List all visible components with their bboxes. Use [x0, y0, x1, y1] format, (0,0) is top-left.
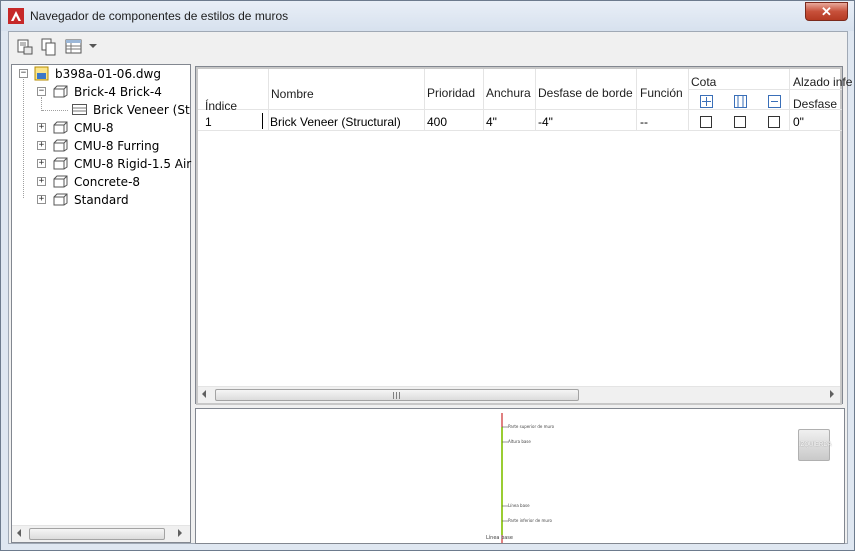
wall-style-icon: [53, 193, 68, 206]
tree-item-label: Standard: [74, 193, 129, 207]
tree-item-concrete-8[interactable]: + Concrete-8: [12, 173, 190, 191]
scroll-left-icon[interactable]: [17, 529, 21, 537]
toolbar: [9, 32, 847, 62]
preview-label-base-height: Altura base: [508, 439, 531, 444]
expand-toggle[interactable]: +: [37, 159, 46, 168]
header-divider: [688, 89, 842, 90]
preview-label-top: Parte superior de muro: [508, 424, 555, 429]
tree-item-label: CMU-8 Furring: [74, 139, 160, 153]
tree-item-cmu-8-rigid[interactable]: + CMU-8 Rigid-1.5 Air: [12, 155, 192, 173]
header-desfase[interactable]: Desfase: [793, 97, 837, 111]
expand-toggle[interactable]: +: [37, 177, 46, 186]
collapse-toggle[interactable]: −: [37, 87, 46, 96]
header-cota[interactable]: Cota: [691, 75, 716, 89]
close-button[interactable]: ✕: [805, 2, 848, 21]
cell-funcion[interactable]: --: [640, 115, 648, 129]
copy-component-icon[interactable]: [40, 38, 58, 56]
drawing-file-icon: [34, 66, 49, 81]
grid-horizontal-scrollbar[interactable]: [198, 386, 840, 403]
tree-root-label: b398a-01-06.dwg: [55, 67, 161, 81]
tree-item-standard[interactable]: + Standard: [12, 191, 190, 209]
tree-item-label: CMU-8: [74, 121, 114, 135]
tree-root[interactable]: − b398a-01-06.dwg: [12, 65, 190, 83]
tree-item-label: CMU-8 Rigid-1.5 Air: [74, 157, 192, 171]
autocad-logo-icon: [8, 8, 24, 24]
header-funcion[interactable]: Función: [640, 86, 683, 100]
preview-label-baseline: Línea base: [508, 503, 530, 508]
text-cursor: [262, 113, 263, 129]
wall-style-icon: [53, 139, 68, 152]
tree-item-label: Brick Veneer (Structural): [93, 103, 190, 117]
header-prioridad[interactable]: Prioridad: [427, 86, 475, 100]
header-nombre[interactable]: Nombre: [271, 87, 314, 101]
header-bottom: [198, 109, 842, 110]
dimension-edges-checkbox[interactable]: [734, 116, 746, 128]
tree-item-brick-4[interactable]: − Brick-4 Brick-4: [12, 83, 190, 101]
dropdown-arrow-icon[interactable]: [89, 44, 97, 48]
scroll-right-icon[interactable]: [178, 529, 182, 537]
cell-nombre[interactable]: Brick Veneer (Structural): [270, 115, 401, 129]
close-icon: ✕: [821, 4, 832, 19]
table-view-icon[interactable]: [65, 38, 83, 56]
header-alzado[interactable]: Alzado infe: [793, 75, 852, 89]
dimension-edges-icon[interactable]: [734, 95, 747, 108]
component-icon: [72, 104, 87, 115]
scroll-right-icon[interactable]: [830, 390, 834, 398]
cell-anchura[interactable]: 4": [486, 115, 497, 129]
wall-style-icon: [53, 121, 68, 134]
tree-item-label: Brick-4 Brick-4: [74, 85, 162, 99]
client-area: − b398a-01-06.dwg − Brick-4 Brick-4 Bric…: [8, 31, 852, 544]
tree-item-label: Concrete-8: [74, 175, 141, 189]
cell-desfase-borde[interactable]: -4": [538, 115, 553, 129]
tree-item-brick-veneer[interactable]: Brick Veneer (Structural): [12, 101, 190, 119]
header-anchura[interactable]: Anchura: [486, 86, 531, 100]
dimension-exclude-checkbox[interactable]: [768, 116, 780, 128]
preview-label-footer: Línea base: [486, 535, 513, 541]
header-desfase-borde[interactable]: Desfase de borde: [538, 86, 633, 100]
scroll-left-icon[interactable]: [202, 390, 206, 398]
title-bar[interactable]: Navegador de componentes de estilos de m…: [1, 1, 854, 31]
wall-style-icon: [53, 85, 68, 98]
cell-prioridad[interactable]: 400: [427, 115, 447, 129]
tree-item-cmu-8[interactable]: + CMU-8: [12, 119, 190, 137]
dimension-center-icon[interactable]: [700, 95, 713, 108]
window-title: Navegador de componentes de estilos de m…: [30, 9, 289, 23]
collapse-toggle[interactable]: −: [19, 69, 28, 78]
cell-desfase[interactable]: 0": [793, 115, 804, 129]
dimension-exclude-icon[interactable]: [768, 95, 781, 108]
components-grid[interactable]: Índice Nombre Prioridad Anchura Desfase …: [195, 66, 852, 405]
tree-item-cmu-8-furring[interactable]: + CMU-8 Furring: [12, 137, 190, 155]
wall-preview[interactable]: Parte superior de muro Altura base Línea…: [195, 408, 845, 544]
view-cube-button[interactable]: IZQUIERDA: [798, 429, 832, 461]
style-tree[interactable]: − b398a-01-06.dwg − Brick-4 Brick-4 Bric…: [11, 64, 191, 543]
cell-indice[interactable]: 1: [205, 115, 212, 129]
preview-label-bottom: Parte inferior de muro: [508, 518, 552, 523]
dimension-center-checkbox[interactable]: [700, 116, 712, 128]
scroll-grip-icon: [393, 392, 401, 399]
scroll-thumb[interactable]: [215, 389, 579, 401]
new-component-icon[interactable]: [16, 38, 34, 56]
wall-style-icon: [53, 157, 68, 170]
tree-horizontal-scrollbar[interactable]: [12, 525, 190, 542]
scroll-thumb[interactable]: [29, 528, 165, 540]
expand-toggle[interactable]: +: [37, 195, 46, 204]
expand-toggle[interactable]: +: [37, 141, 46, 150]
wall-style-icon: [53, 175, 68, 188]
dialog-window: Navegador de componentes de estilos de m…: [0, 0, 855, 551]
expand-toggle[interactable]: +: [37, 123, 46, 132]
